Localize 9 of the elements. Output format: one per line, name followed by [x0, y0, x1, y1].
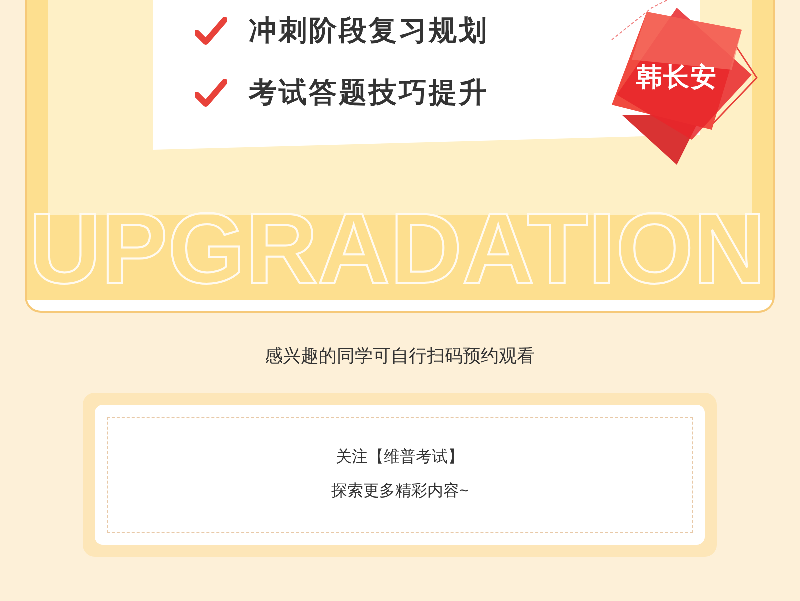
check-icon — [195, 17, 227, 45]
check-icon — [195, 79, 227, 107]
follow-text: 探索更多精彩内容~ — [331, 482, 469, 502]
checklist-item: 冲刺阶段复习规划 — [249, 14, 489, 48]
checklist-item: 考试答题技巧提升 — [249, 76, 489, 110]
note-text: 感兴趣的同学可自行扫码预约观看 — [265, 345, 535, 368]
watermark-text: UPGRADATION — [28, 199, 768, 299]
follow-text: 关注【维普考试】 — [336, 447, 464, 468]
badge-name: 韩长安 — [636, 61, 718, 94]
